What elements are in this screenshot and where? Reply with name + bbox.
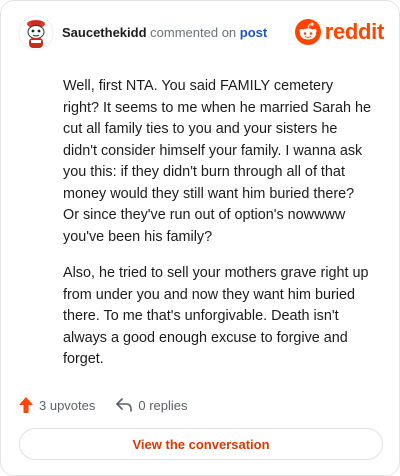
upvote-count: 3 upvotes xyxy=(39,397,96,413)
reddit-logo[interactable]: reddit xyxy=(294,19,385,45)
post-link[interactable]: post xyxy=(240,25,267,40)
action-text: commented on xyxy=(150,25,237,40)
reddit-snoo-icon xyxy=(294,19,321,45)
byline: Saucethekidd commented on post xyxy=(62,25,267,40)
avatar-icon[interactable] xyxy=(18,15,54,51)
comment-header: Saucethekidd commented on post reddit xyxy=(18,15,384,55)
comment-actions: 3 upvotes 0 replies xyxy=(18,394,208,416)
upvote-arrow-icon xyxy=(19,397,33,413)
comment-paragraph-2: Also, he tried to sell your mothers grav… xyxy=(63,265,369,367)
comment-card: Saucethekidd commented on post reddit We… xyxy=(0,0,400,476)
reply-button[interactable]: 0 replies xyxy=(115,397,188,413)
reddit-wordmark: reddit xyxy=(324,19,385,44)
username-link[interactable]: Saucethekidd xyxy=(62,25,147,40)
view-conversation-button[interactable]: View the conversation xyxy=(19,428,383,460)
comment-body: Well, first NTA. You said FAMILY cemeter… xyxy=(63,76,371,386)
reply-arrow-icon xyxy=(116,398,133,412)
comment-paragraph-1: Well, first NTA. You said FAMILY cemeter… xyxy=(63,78,371,245)
upvote-button[interactable]: 3 upvotes xyxy=(18,396,95,414)
reply-count: 0 replies xyxy=(138,397,188,413)
